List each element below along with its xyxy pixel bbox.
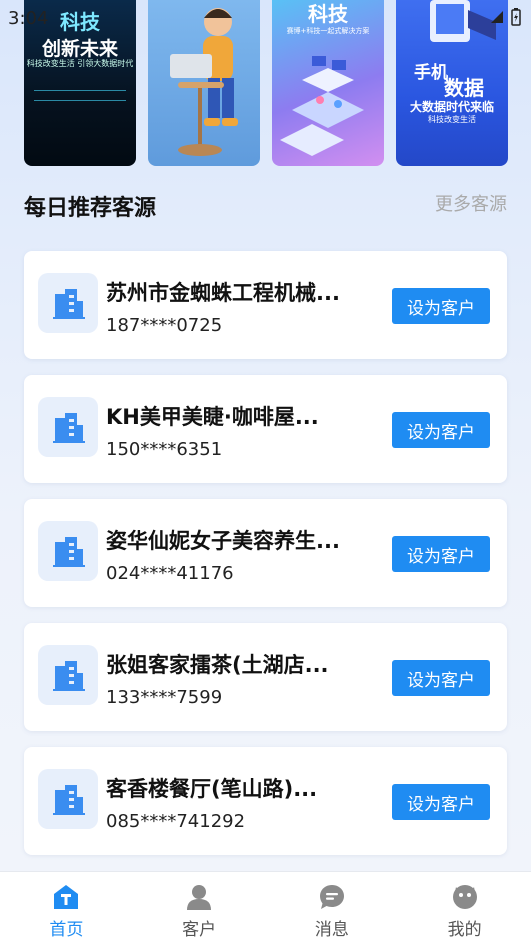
message-icon <box>319 885 344 909</box>
building-icon <box>38 273 98 333</box>
tab-customer-label: 客户 <box>182 920 217 940</box>
tab-profile-label: 我的 <box>447 920 482 940</box>
lead-name: 客香楼餐厅(笔山路)... <box>106 777 318 801</box>
tab-message[interactable]: 消息 <box>266 872 399 946</box>
banner-1-divider-2 <box>34 100 126 101</box>
set-as-customer-button[interactable]: 设为客户 <box>392 660 490 696</box>
banner-4-caption-2: 科技改变生活 <box>428 115 476 124</box>
banner-4-subtitle: 数据 <box>444 76 484 100</box>
lead-card[interactable]: 张姐客家擂茶(土湖店... 133****7599 设为客户 <box>24 623 507 731</box>
tab-home-label: 首页 <box>49 920 84 940</box>
lead-phone: 187****0725 <box>106 315 223 336</box>
battery-icon <box>511 8 521 26</box>
banner-4-caption: 大数据时代来临 <box>409 100 494 114</box>
building-icon <box>38 769 98 829</box>
home-icon <box>54 885 79 909</box>
tab-customer[interactable]: 客户 <box>133 872 266 946</box>
tab-home[interactable]: 首页 <box>0 872 133 946</box>
status-bar: 3:04 <box>0 0 531 34</box>
set-as-customer-button[interactable]: 设为客户 <box>392 412 490 448</box>
lead-name: 张姐客家擂茶(土湖店... <box>106 653 329 677</box>
status-time: 3:04 <box>8 8 49 29</box>
more-leads-link[interactable]: 更多客源 <box>435 190 507 216</box>
lead-card[interactable]: 客香楼餐厅(笔山路)... 085****741292 设为客户 <box>24 747 507 855</box>
lead-card[interactable]: 姿华仙妮女子美容养生... 024****41176 设为客户 <box>24 499 507 607</box>
customer-icon <box>187 885 212 910</box>
lead-phone: 024****41176 <box>106 563 234 584</box>
banner-1-subtitle: 创新未来 <box>41 38 118 60</box>
bottom-tab-bar: 首页 客户 消息 我的 <box>0 871 531 946</box>
set-as-customer-button[interactable]: 设为客户 <box>392 784 490 820</box>
lead-card[interactable]: 苏州市金蜘蛛工程机械... 187****0725 设为客户 <box>24 251 507 359</box>
lead-phone: 133****7599 <box>106 687 223 708</box>
building-icon <box>38 521 98 581</box>
section-title: 每日推荐客源 <box>24 196 157 221</box>
building-icon <box>38 645 98 705</box>
banner-1-divider <box>34 90 126 91</box>
lead-card[interactable]: KH美甲美睫·咖啡屋... 150****6351 设为客户 <box>24 375 507 483</box>
banner-1-caption: 科技改变生活 引领大数据时代 <box>26 59 134 68</box>
signal-icon <box>491 11 503 23</box>
profile-icon <box>452 885 477 909</box>
lead-name: 苏州市金蜘蛛工程机械... <box>106 281 340 305</box>
tab-message-label: 消息 <box>314 920 349 940</box>
lead-name: KH美甲美睫·咖啡屋... <box>106 405 319 429</box>
building-icon <box>38 397 98 457</box>
set-as-customer-button[interactable]: 设为客户 <box>392 536 490 572</box>
lead-phone: 150****6351 <box>106 439 223 460</box>
set-as-customer-button[interactable]: 设为客户 <box>392 288 490 324</box>
tab-profile[interactable]: 我的 <box>398 872 531 946</box>
status-icons <box>489 8 521 26</box>
lead-phone: 085****741292 <box>106 811 246 832</box>
lead-name: 姿华仙妮女子美容养生... <box>106 529 340 553</box>
